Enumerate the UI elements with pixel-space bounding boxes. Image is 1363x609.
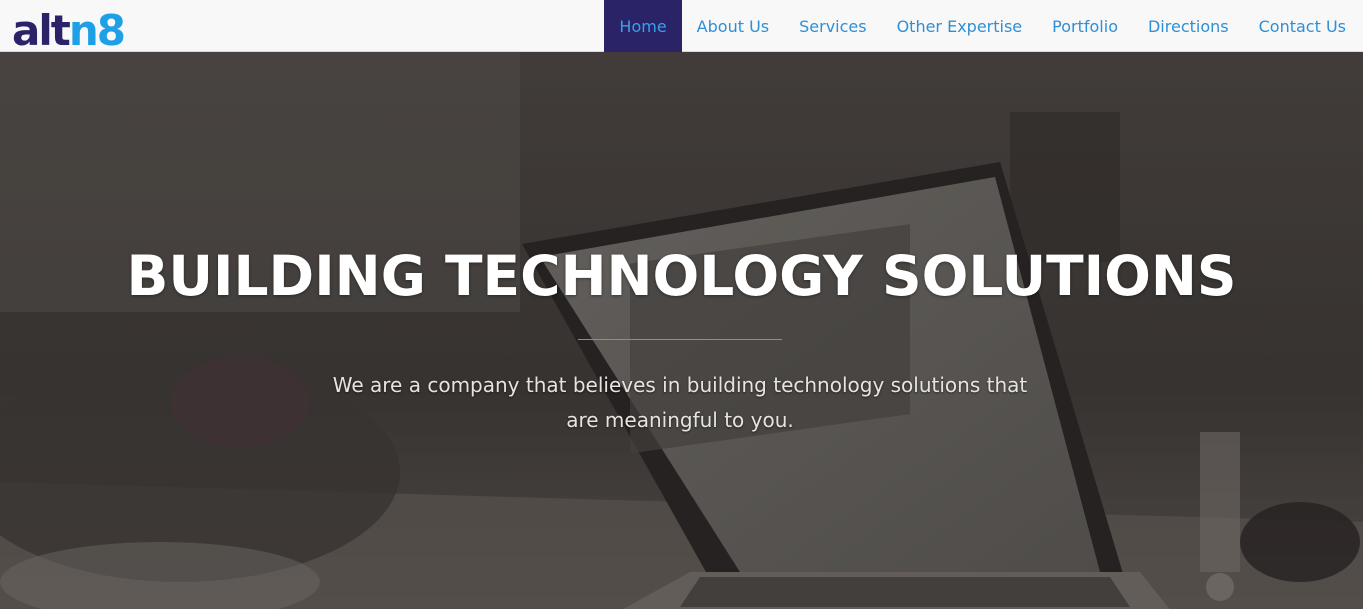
nav-home[interactable]: Home: [604, 0, 682, 52]
nav-contact-us[interactable]: Contact Us: [1244, 0, 1361, 52]
nav-other-expertise[interactable]: Other Expertise: [882, 0, 1038, 52]
nav-portfolio[interactable]: Portfolio: [1037, 0, 1133, 52]
main-nav: Home About Us Services Other Expertise P…: [604, 0, 1361, 52]
hero-overlay: [0, 52, 1363, 609]
top-navbar: altn8 Home About Us Services Other Exper…: [0, 0, 1363, 52]
hero-divider: [578, 339, 782, 340]
altn8-logo[interactable]: altn8: [10, 0, 146, 52]
hero-section: BUILDING TECHNOLOGY SOLUTIONS We are a c…: [0, 52, 1363, 609]
nav-about-us[interactable]: About Us: [682, 0, 784, 52]
hero-title: BUILDING TECHNOLOGY SOLUTIONS: [126, 244, 1237, 308]
nav-services[interactable]: Services: [784, 0, 881, 52]
nav-directions[interactable]: Directions: [1133, 0, 1244, 52]
hero-subtitle: We are a company that believes in buildi…: [332, 373, 1028, 432]
svg-text:altn8: altn8: [12, 6, 124, 52]
